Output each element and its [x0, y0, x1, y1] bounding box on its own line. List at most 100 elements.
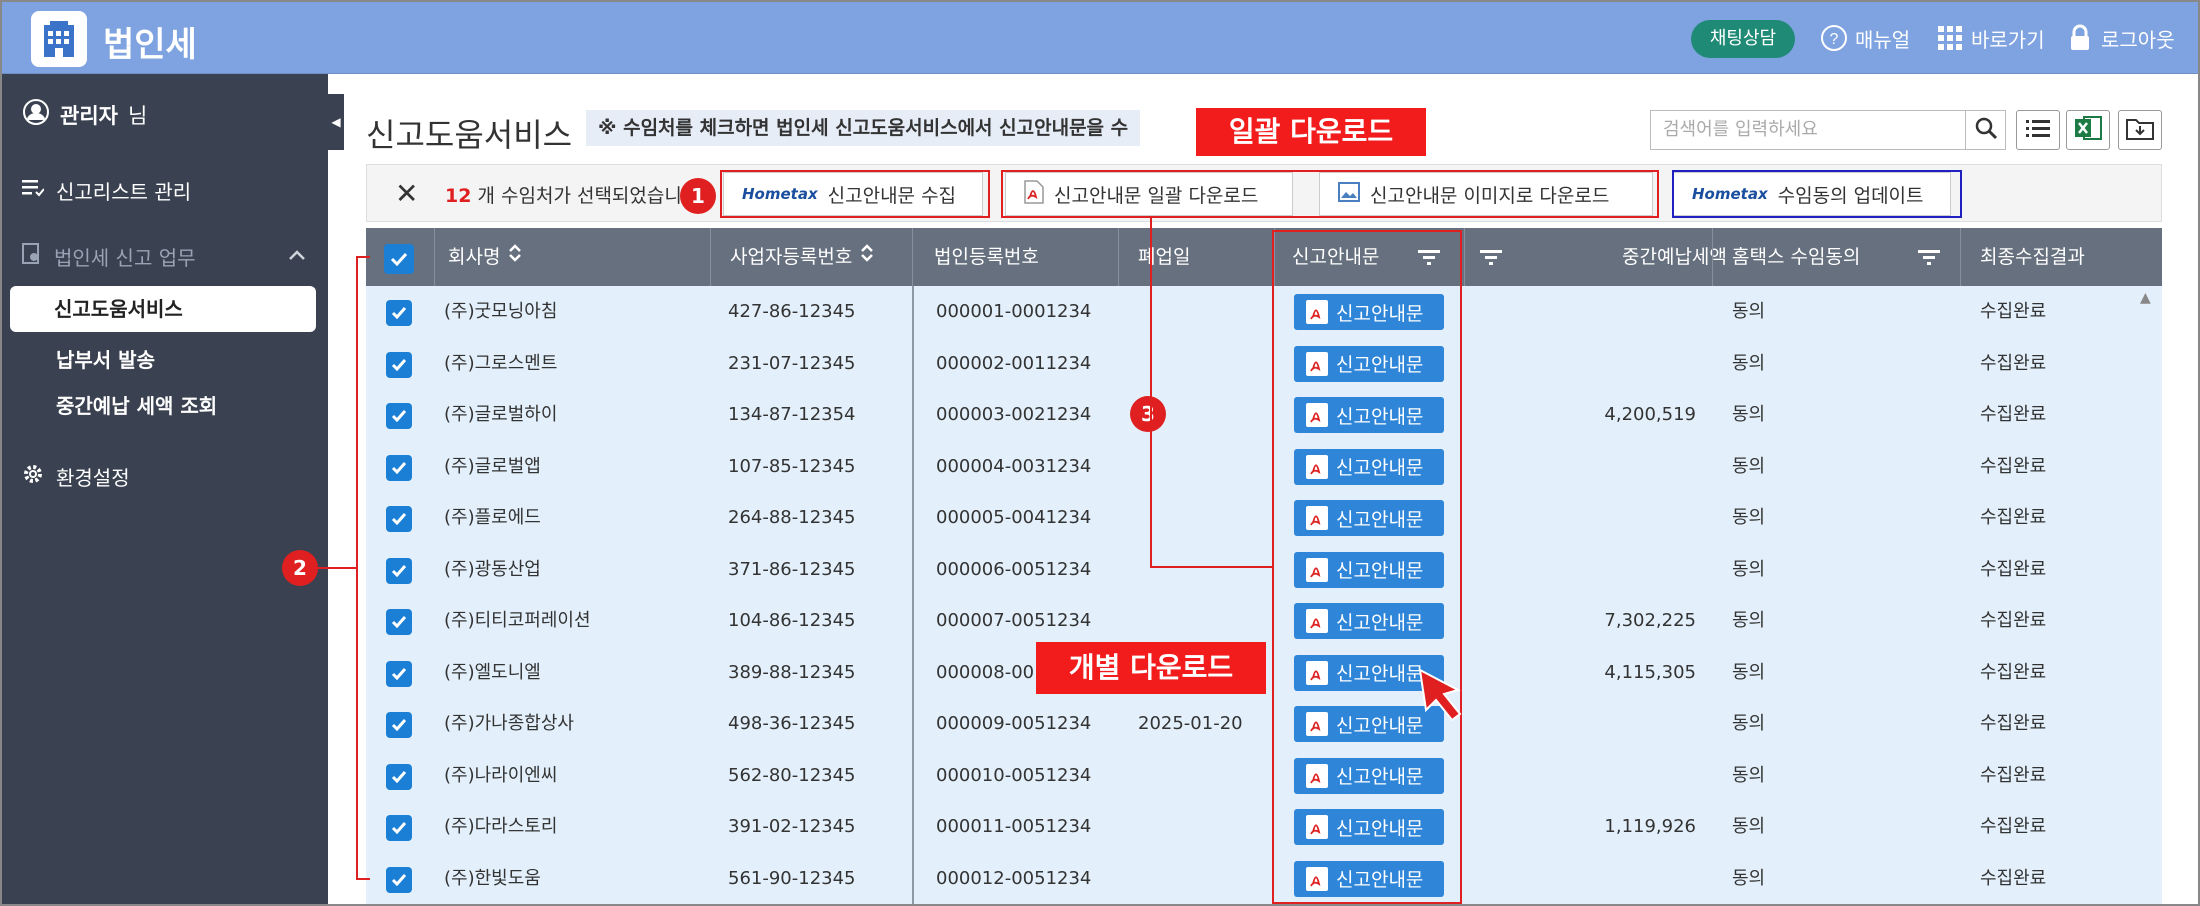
table-row[interactable]: (주)티티코퍼레이션 104-86-12345 000007-0051234 신고안내… — [366, 595, 2136, 647]
guide-download-button[interactable]: 신고안내문 — [1294, 500, 1444, 536]
column-header-biz-no[interactable]: 사업자등록번호 — [730, 228, 874, 286]
cell-result: 수집완료 — [1980, 301, 2047, 322]
row-checkbox[interactable] — [386, 866, 412, 893]
collect-guide-button[interactable]: Hometax 신고안내문 수집 — [723, 172, 983, 216]
page-title: 신고도움서비스 — [366, 116, 573, 154]
cell-result: 수집완료 — [1980, 507, 2047, 528]
row-checkbox[interactable] — [386, 609, 412, 635]
guide-download-button[interactable]: 신고안내문 — [1294, 860, 1444, 897]
column-header-consent[interactable]: 홈택스 수임동의 — [1732, 228, 1860, 286]
cell-interim-tax — [1466, 492, 1696, 544]
pdf-icon — [1306, 815, 1328, 839]
cell-consent: 동의 — [1732, 713, 1766, 734]
chevron-up-icon — [288, 242, 306, 266]
cell-company: (주)플로에드 — [444, 507, 541, 528]
cell-result: 수집완료 — [1980, 610, 2047, 631]
pdf-icon — [1306, 609, 1328, 633]
cell-interim-tax: 4,200,519 — [1604, 404, 1696, 425]
table-row[interactable]: (주)글로벌하이 134-87-12354 000003-0021234 신고안내문 4… — [366, 389, 2136, 441]
manual-link[interactable]: ? 매뉴얼 — [1819, 23, 1910, 53]
filter-icon[interactable] — [1480, 248, 1502, 271]
row-checkbox[interactable] — [386, 403, 412, 429]
table-row[interactable]: (주)글로벌앱 107-85-12345 000004-0031234 신고안내문 동의… — [366, 441, 2136, 493]
column-header-closed[interactable]: 폐업일 — [1138, 228, 1190, 286]
column-header-corp-no[interactable]: 법인등록번호 — [934, 228, 1039, 286]
image-download-label: 신고안내문 이미지로 다운로드 — [1370, 184, 1610, 207]
sidebar-section-corp-tax[interactable]: 법인세 신고 업무 — [22, 242, 312, 271]
guide-label: 신고안내문 — [1336, 354, 1424, 376]
cell-interim-tax: 1,119,926 — [1604, 816, 1696, 837]
column-header-guide[interactable]: 신고안내문 — [1292, 228, 1379, 286]
row-checkbox[interactable] — [386, 763, 412, 790]
guide-download-button[interactable]: 신고안내문 — [1294, 345, 1444, 382]
row-checkbox[interactable] — [386, 660, 412, 687]
column-header-result[interactable]: 최종수집결과 — [1980, 228, 2085, 286]
table-row[interactable]: (주)다라스토리 391-02-12345 000011-0051234 신고안내문 1… — [366, 801, 2136, 853]
cell-biz-no: 562-80-12345 — [728, 764, 856, 786]
sidebar-collapse-toggle[interactable]: ◀ — [328, 94, 344, 150]
logout-link[interactable]: 로그아웃 — [2065, 23, 2175, 53]
search-button[interactable] — [1966, 110, 2006, 150]
pdf-icon — [1306, 506, 1328, 530]
row-checkbox[interactable] — [386, 454, 412, 481]
row-checkbox[interactable] — [386, 300, 412, 326]
annotation-number-1: 1 — [680, 178, 716, 214]
cell-biz-no: 498-36-12345 — [728, 713, 856, 734]
list-icon — [2026, 118, 2050, 142]
column-header-company[interactable]: 회사명 — [448, 228, 522, 286]
scroll-up-arrow[interactable]: ▲ — [2140, 290, 2151, 306]
excel-export-button[interactable] — [2066, 110, 2110, 150]
sidebar-item-filing-help[interactable]: 신고도움서비스 — [10, 286, 316, 332]
table-header: 회사명 사업자등록번호 법인등록번호 폐업일 신고안내문 중간예납세액 홈택스 … — [366, 228, 2162, 286]
guide-download-button[interactable]: 신고안내문 — [1294, 551, 1444, 588]
close-icon[interactable]: ✕ — [395, 177, 418, 210]
consent-update-button[interactable]: Hometax 수임동의 업데이트 — [1673, 172, 1951, 216]
pdf-icon — [1024, 179, 1044, 209]
row-checkbox[interactable] — [386, 351, 412, 378]
annotation-number-3: 3 — [1130, 396, 1166, 432]
select-all-checkbox[interactable] — [384, 244, 414, 274]
cell-interim-tax — [1466, 441, 1696, 493]
cell-consent: 동의 — [1732, 816, 1766, 837]
logout-label: 로그아웃 — [2101, 27, 2175, 52]
cell-consent: 동의 — [1732, 507, 1766, 528]
guide-download-button[interactable]: 신고안내문 — [1294, 448, 1444, 485]
cursor-arrow-icon — [1418, 668, 1470, 728]
guide-download-button[interactable]: 신고안내문 — [1294, 294, 1444, 330]
image-icon — [1338, 181, 1360, 207]
table-row[interactable]: (주)한빛도움 561-90-12345 000012-0051234 신고안내문 동의… — [366, 853, 2136, 905]
guide-download-button[interactable]: 신고안내문 — [1294, 397, 1444, 433]
row-checkbox[interactable] — [386, 506, 412, 532]
guide-label: 신고안내문 — [1336, 611, 1424, 634]
search-input[interactable]: 검색어를 입력하세요 — [1650, 110, 1966, 150]
sidebar-item-settings[interactable]: 환경설정 — [22, 462, 130, 491]
guide-download-button[interactable]: 신고안내문 — [1294, 603, 1444, 639]
bulk-download-button[interactable]: 신고안내문 일괄 다운로드 — [1005, 172, 1293, 216]
sidebar-item-payment-slip[interactable]: 납부서 발송 — [56, 344, 155, 373]
guide-download-button[interactable]: 신고안내문 — [1294, 757, 1444, 794]
table-row[interactable]: (주)나라이엔씨 562-80-12345 000010-0051234 신고안내문 동… — [366, 750, 2136, 802]
filter-icon[interactable] — [1918, 248, 1940, 271]
shortcut-label: 바로가기 — [1971, 27, 2045, 52]
table-row[interactable]: (주)가나종합상사 498-36-12345 000009-0051234 2025-… — [366, 698, 2136, 750]
cell-company: (주)엘도니엘 — [444, 661, 541, 683]
filter-icon[interactable] — [1418, 248, 1440, 271]
row-checkbox[interactable] — [386, 557, 412, 584]
list-view-button[interactable] — [2016, 110, 2060, 150]
cell-company: (주)글로벌앱 — [444, 455, 541, 477]
row-checkbox[interactable] — [386, 712, 412, 738]
image-download-button[interactable]: 신고안내문 이미지로 다운로드 — [1319, 172, 1653, 216]
sidebar-item-interim-tax[interactable]: 중간예납 세액 조회 — [56, 390, 217, 419]
sidebar-item-report-list[interactable]: 신고리스트 관리 — [22, 176, 191, 205]
table-row[interactable]: (주)그로스멘트 231-07-12345 000002-0011234 신고안내문 동… — [366, 338, 2136, 390]
table-row[interactable]: (주)플로에드 264-88-12345 000005-0041234 신고안내문 동의… — [366, 492, 2136, 544]
document-search-icon — [22, 243, 42, 270]
chat-button[interactable]: 채팅상담 — [1691, 20, 1795, 58]
shortcut-link[interactable]: 바로가기 — [1935, 23, 2045, 53]
folder-download-button[interactable] — [2118, 110, 2162, 150]
guide-download-button[interactable]: 신고안내문 — [1294, 809, 1444, 845]
table-row[interactable]: (주)굿모닝아침 427-86-12345 000001-0001234 신고안내문 동… — [366, 286, 2136, 338]
cell-result: 수집완료 — [1980, 404, 2047, 425]
table-row[interactable]: (주)광동산업 371-86-12345 000006-0051234 신고안내문 동의… — [366, 544, 2136, 596]
row-checkbox[interactable] — [386, 815, 412, 841]
